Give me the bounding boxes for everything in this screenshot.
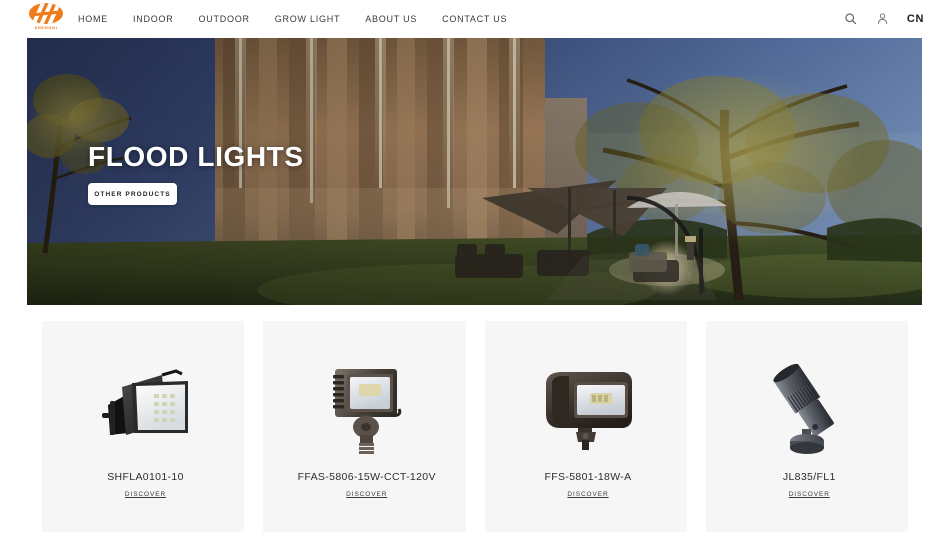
nav-item-contact-us[interactable]: CONTACT US: [442, 14, 507, 24]
hero-banner: FLOOD LIGHTS OTHER PRODUCTS: [27, 38, 922, 305]
other-products-button[interactable]: OTHER PRODUCTS: [88, 183, 177, 205]
product-name: SHFLA0101-10: [107, 471, 184, 483]
main-navigation: HOME INDOOR OUTDOOR GROW LIGHT ABOUT US …: [78, 0, 507, 37]
nav-item-outdoor[interactable]: OUTDOOR: [199, 14, 250, 24]
company-logo-icon: [29, 3, 63, 24]
product-discover-link[interactable]: DISCOVER: [42, 491, 249, 498]
product-card[interactable]: SHFLA0101-10 DISCOVER: [42, 321, 245, 532]
search-icon[interactable]: [843, 11, 858, 26]
site-header: SHENGNI HOME INDOOR OUTDOOR GROW LIGHT A…: [0, 0, 950, 37]
site-logo[interactable]: SHENGNI: [26, 3, 66, 34]
nav-item-grow-light[interactable]: GROW LIGHT: [275, 14, 341, 24]
knuckle-mount-flood-light-bronze-icon: [263, 349, 470, 464]
user-icon[interactable]: [875, 11, 890, 26]
product-card[interactable]: FFAS-5806-15W-CCT-120V DISCOVER: [263, 321, 466, 532]
product-name: FFAS-5806-15W-CCT-120V: [297, 471, 436, 483]
angled-spot-light-gray-icon: [706, 349, 913, 464]
product-discover-link[interactable]: DISCOVER: [263, 491, 470, 498]
wide-rectangular-flood-light-bronze-icon: [485, 349, 692, 464]
product-card[interactable]: FFS-5801-18W-A DISCOVER: [484, 321, 687, 532]
nav-item-indoor[interactable]: INDOOR: [133, 14, 174, 24]
next-section-peek: [0, 544, 950, 550]
product-name: FFS-5801-18W-A: [544, 471, 632, 483]
nav-item-home[interactable]: HOME: [78, 14, 108, 24]
product-grid: SHFLA0101-10 DISCOVER FFAS-5806-15W-CCT-…: [42, 321, 908, 532]
language-switcher[interactable]: CN: [907, 13, 924, 25]
header-actions: CN: [843, 0, 924, 37]
nav-item-about-us[interactable]: ABOUT US: [365, 14, 417, 24]
hero-title: FLOOD LIGHTS: [88, 141, 304, 172]
logo-wordmark: SHENGNI: [34, 25, 58, 30]
product-discover-link[interactable]: DISCOVER: [706, 491, 913, 498]
slim-flood-light-black-icon: [42, 349, 249, 464]
product-card[interactable]: JL835/FL1 DISCOVER: [705, 321, 908, 532]
product-name: JL835/FL1: [782, 471, 836, 483]
product-discover-link[interactable]: DISCOVER: [485, 491, 692, 498]
